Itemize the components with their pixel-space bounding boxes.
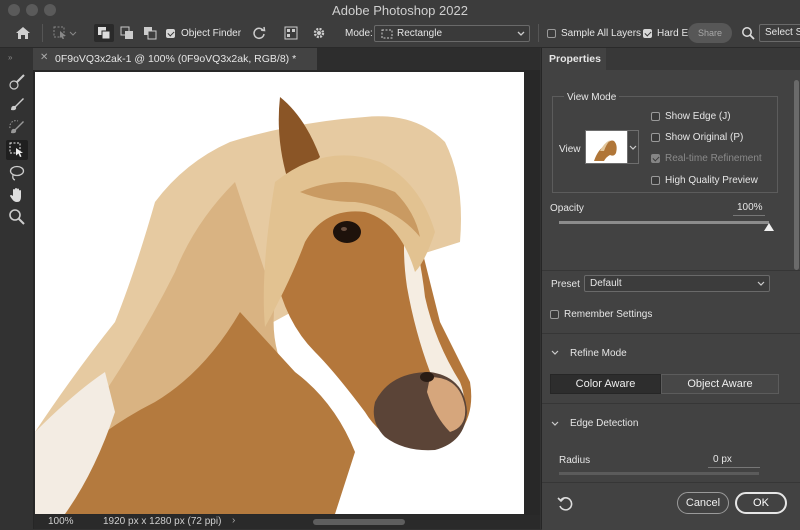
- object-finder-label: Object Finder: [181, 28, 242, 39]
- show-edge-checkbox[interactable]: [651, 112, 660, 124]
- radius-value: 0 px: [713, 454, 732, 465]
- divider: [42, 24, 43, 42]
- high-quality-preview-checkbox[interactable]: [651, 176, 660, 188]
- properties-tab[interactable]: Properties: [542, 48, 606, 70]
- edge-detection-chevron-icon[interactable]: [551, 421, 559, 427]
- zoom-tool-icon[interactable]: [6, 207, 28, 227]
- color-aware-button[interactable]: Color Aware: [550, 374, 661, 394]
- chevron-down-icon: [629, 145, 637, 150]
- document-info: 1920 px x 1280 px (72 ppi): [103, 516, 222, 527]
- preset-value: Default: [590, 278, 622, 289]
- high-quality-preview-label: High Quality Preview: [665, 175, 758, 186]
- view-mode-thumbnail[interactable]: [585, 130, 628, 164]
- view-mode-dropdown[interactable]: [628, 130, 639, 164]
- opacity-slider-fill: [559, 221, 769, 224]
- collapse-panel-icon[interactable]: »: [8, 53, 12, 62]
- document-tab-bar: ✕ 0F9oVQ3x2ak-1 @ 100% (0F9oVQ3x2ak, RGB…: [33, 48, 540, 70]
- properties-tab-label: Properties: [549, 53, 601, 65]
- horizontal-scrollbar[interactable]: [313, 519, 405, 525]
- hard-edge-checkbox[interactable]: [643, 29, 652, 41]
- edge-detection-title: Edge Detection: [570, 418, 639, 429]
- preset-dropdown[interactable]: Default: [584, 275, 770, 292]
- share-button[interactable]: Share: [688, 23, 732, 43]
- radius-slider-track[interactable]: [559, 472, 759, 475]
- object-finder-checkbox[interactable]: [166, 29, 175, 41]
- title-bar: Adobe Photoshop 2022: [0, 0, 800, 20]
- close-tab-icon[interactable]: ✕: [40, 52, 48, 63]
- document-canvas[interactable]: [35, 72, 524, 514]
- refresh-icon[interactable]: [250, 24, 268, 42]
- refine-mode-chevron-icon[interactable]: [551, 350, 559, 356]
- brush-tool-icon[interactable]: [6, 94, 28, 114]
- chevron-down-icon: [517, 31, 525, 36]
- app-title: Adobe Photoshop 2022: [332, 3, 468, 18]
- subtract-from-selection-icon[interactable]: [140, 24, 160, 42]
- mode-dropdown[interactable]: Rectangle: [374, 25, 530, 42]
- new-selection-icon[interactable]: [94, 24, 114, 42]
- show-original-checkbox[interactable]: [651, 133, 660, 145]
- object-selection-tool-preset-icon[interactable]: [50, 24, 80, 42]
- opacity-slider-thumb[interactable]: [764, 223, 774, 231]
- divider: [542, 403, 800, 404]
- view-mode-title: View Mode: [564, 92, 620, 103]
- show-edge-label: Show Edge (J): [665, 111, 731, 122]
- ok-button[interactable]: OK: [735, 492, 787, 514]
- realtime-refinement-checkbox[interactable]: [651, 154, 660, 166]
- radius-field[interactable]: 0 px: [708, 452, 760, 468]
- sample-all-layers-checkbox[interactable]: [547, 29, 556, 41]
- opacity-field[interactable]: 100%: [733, 200, 765, 216]
- sample-all-layers-label: Sample All Layers: [561, 28, 642, 39]
- reset-icon[interactable]: [556, 495, 574, 513]
- preset-label: Preset: [551, 279, 580, 290]
- remember-settings-checkbox[interactable]: [550, 310, 559, 322]
- cancel-button[interactable]: Cancel: [677, 492, 729, 514]
- realtime-refinement-label: Real-time Refinement: [665, 153, 762, 164]
- properties-panel: Properties View Mode View Show Edge (J) …: [541, 48, 800, 530]
- divider: [538, 24, 539, 42]
- opacity-label: Opacity: [550, 203, 584, 214]
- add-to-selection-icon[interactable]: [117, 24, 137, 42]
- radius-label: Radius: [559, 455, 591, 466]
- refine-mode-title: Refine Mode: [570, 348, 627, 359]
- select-subject-label: Select S: [765, 27, 800, 38]
- object-aware-button[interactable]: Object Aware: [661, 374, 779, 394]
- gear-icon[interactable]: [310, 24, 328, 42]
- zoom-level[interactable]: 100%: [48, 516, 74, 527]
- refine-edge-brush-icon[interactable]: [6, 72, 28, 92]
- mode-value: Rectangle: [397, 28, 443, 39]
- tools-panel: »: [0, 48, 34, 529]
- document-tab[interactable]: ✕ 0F9oVQ3x2ak-1 @ 100% (0F9oVQ3x2ak, RGB…: [33, 48, 317, 70]
- home-icon[interactable]: [12, 24, 34, 42]
- document-tab-title: 0F9oVQ3x2ak-1 @ 100% (0F9oVQ3x2ak, RGB/8…: [55, 53, 297, 65]
- panel-scrollbar[interactable]: [794, 80, 799, 270]
- show-all-objects-icon[interactable]: [282, 24, 300, 42]
- status-menu-chevron-icon[interactable]: ›: [232, 515, 235, 526]
- status-bar: 100% 1920 px x 1280 px (72 ppi) ›: [34, 515, 540, 529]
- divider: [542, 333, 800, 334]
- hard-edge-label: Hard E: [657, 28, 689, 39]
- view-label: View: [559, 144, 581, 155]
- divider: [542, 270, 800, 271]
- horse-image: [35, 97, 472, 514]
- object-selection-tool-icon[interactable]: [6, 140, 28, 160]
- lasso-tool-icon[interactable]: [6, 163, 28, 183]
- mode-label: Mode:: [345, 28, 373, 39]
- search-icon[interactable]: [739, 24, 757, 42]
- hand-tool-icon[interactable]: [6, 185, 28, 205]
- remember-settings-label: Remember Settings: [564, 309, 653, 320]
- object-selection-brush-icon[interactable]: [6, 117, 28, 137]
- show-original-label: Show Original (P): [665, 132, 744, 143]
- select-subject-button[interactable]: Select S: [759, 24, 800, 42]
- opacity-value: 100%: [737, 202, 763, 213]
- rectangle-marquee-icon: [381, 29, 393, 39]
- opacity-slider-track[interactable]: [559, 221, 769, 224]
- chevron-down-icon: [757, 281, 765, 286]
